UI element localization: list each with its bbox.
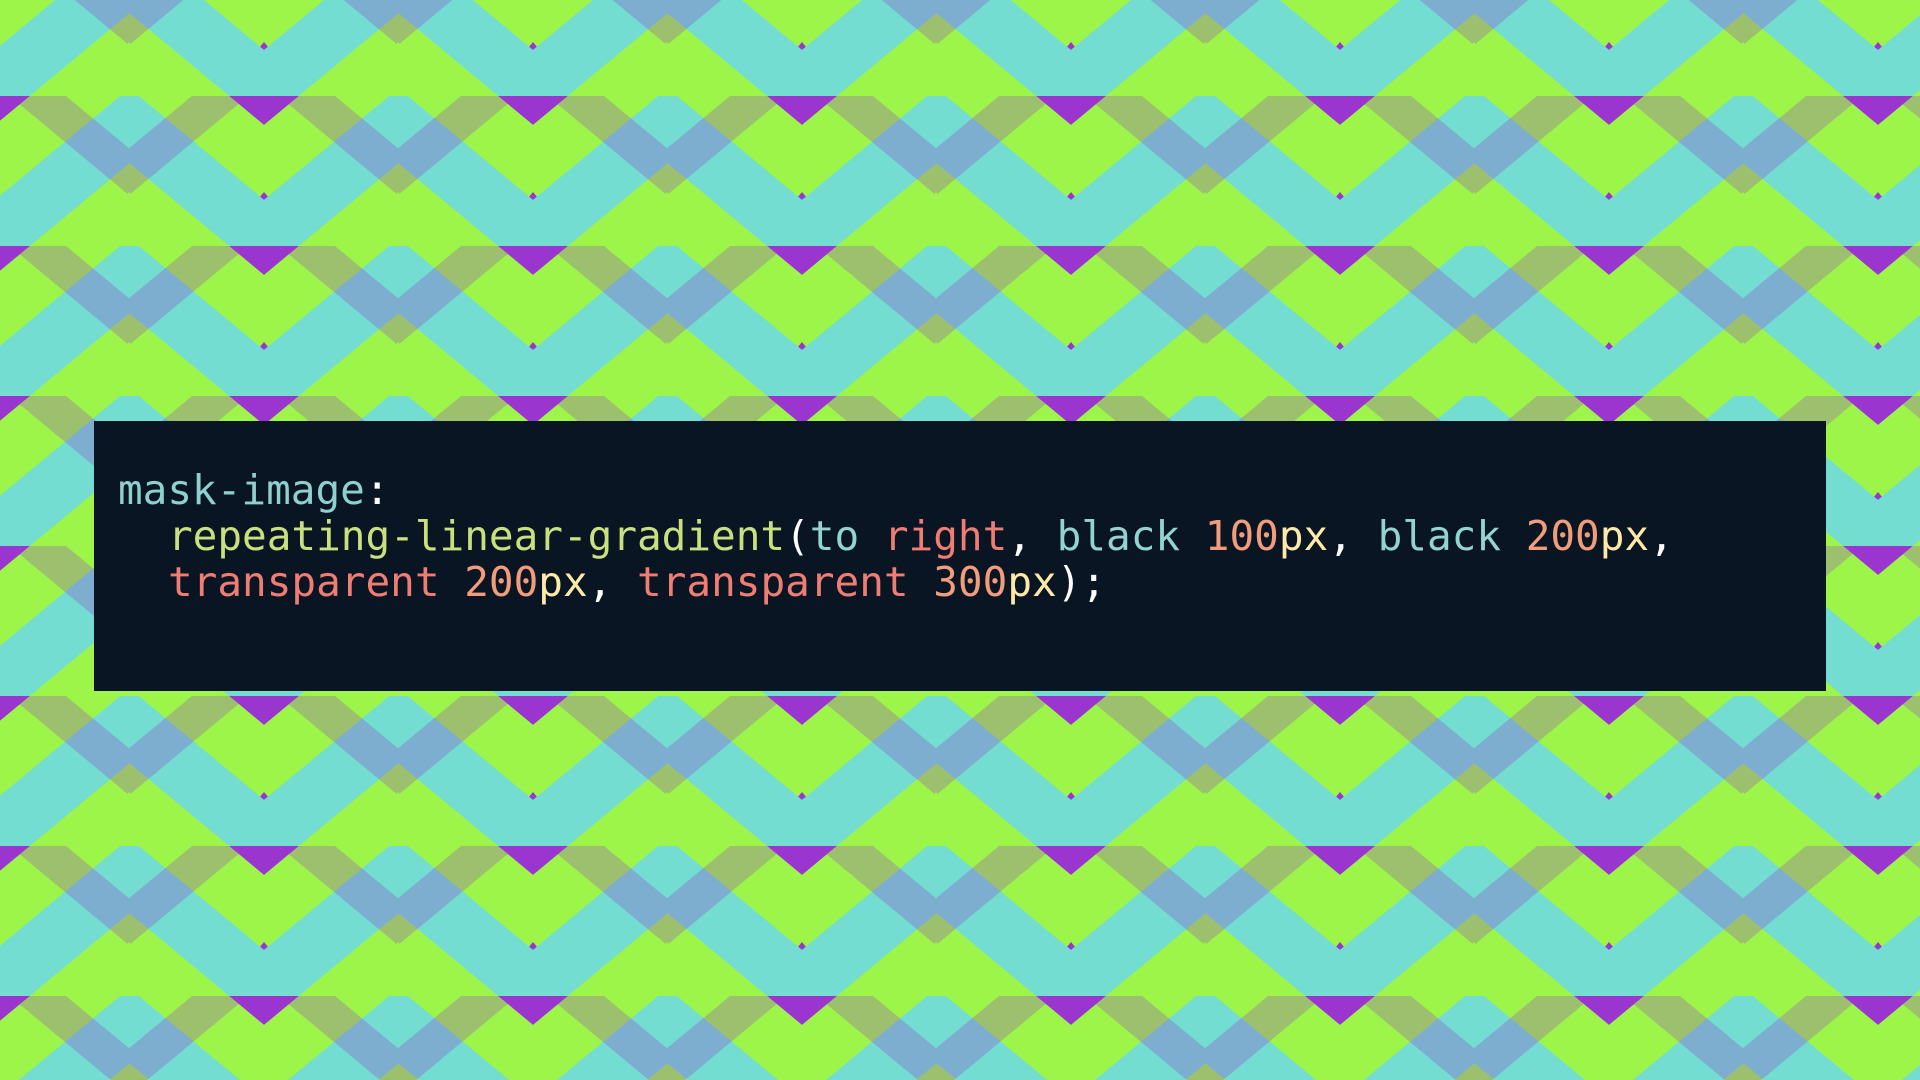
- property-name: mask-image: [118, 466, 365, 514]
- code-block: mask-image: repeating-linear-gradient(to …: [118, 467, 1802, 605]
- unit-px: px: [1278, 512, 1329, 560]
- color-black-2: black: [1377, 512, 1501, 560]
- slide-canvas: mask-image: repeating-linear-gradient(to …: [0, 0, 1920, 1080]
- function-name: repeating-linear-gradient: [168, 512, 786, 560]
- paren-open: (: [785, 512, 810, 560]
- unit-px: px: [1599, 512, 1650, 560]
- code-line-3: transparent 200px, transparent 300px);: [118, 559, 1802, 605]
- comma: ,: [1649, 512, 1674, 560]
- unit-px: px: [1007, 558, 1057, 606]
- number-300: 300: [933, 558, 1008, 606]
- code-panel: mask-image: repeating-linear-gradient(to …: [94, 421, 1826, 691]
- color-black-1: black: [1056, 512, 1181, 560]
- closing-paren-semicolon: );: [1056, 558, 1107, 606]
- colon: :: [364, 466, 390, 514]
- color-transparent-1: transparent: [168, 558, 440, 606]
- number-200: 200: [1525, 512, 1600, 560]
- color-transparent-2: transparent: [637, 558, 909, 606]
- comma: ,: [587, 558, 613, 606]
- code-line-2: repeating-linear-gradient(to right, blac…: [118, 513, 1802, 559]
- keyword-right: right: [883, 512, 1008, 560]
- code-line-1: mask-image:: [118, 467, 1802, 513]
- comma: ,: [1328, 512, 1353, 560]
- comma: ,: [1007, 512, 1032, 560]
- number-100: 100: [1204, 512, 1279, 560]
- unit-px: px: [538, 558, 588, 606]
- number-200: 200: [464, 558, 539, 606]
- keyword-to: to: [809, 512, 860, 560]
